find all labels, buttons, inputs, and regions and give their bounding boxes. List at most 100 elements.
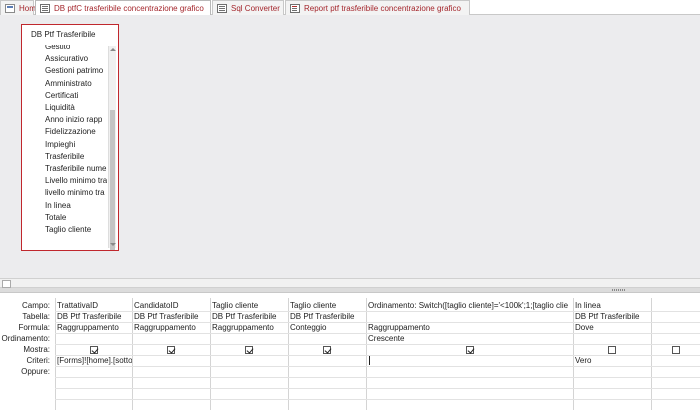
show-checkbox[interactable] — [466, 346, 474, 354]
grid-cell-oppure[interactable] — [288, 367, 366, 377]
report-icon — [290, 3, 300, 13]
pane-horizontal-scrollbar[interactable] — [0, 278, 700, 288]
grid-cell-formula[interactable]: Conteggio — [288, 323, 366, 333]
query-icon — [40, 4, 50, 13]
row-label-campo: Campo: — [21, 301, 50, 310]
grid-cell-ordinamento[interactable] — [651, 334, 700, 344]
tab-label: DB ptfC trasferibile concentrazione graf… — [54, 4, 204, 13]
row-label-ordinamento: Ordinamento: — [1, 334, 50, 343]
row-label-formula: Formula: — [18, 323, 50, 332]
query-design-grid[interactable]: Campo: Tabella: Formula: Ordinamento: Mo… — [0, 292, 700, 410]
show-checkbox[interactable] — [323, 346, 331, 354]
row-label-oppure: Oppure: — [21, 367, 50, 376]
field-list-table[interactable]: DB Ptf Trasferibile Gestito Assicurativo G… — [21, 24, 119, 251]
grid-cell-ordinamento[interactable] — [288, 334, 366, 344]
field-list-item[interactable]: Fidelizzazione — [45, 126, 107, 138]
grid-cell-oppure[interactable] — [210, 367, 288, 377]
show-checkbox[interactable] — [608, 346, 616, 354]
grid-cell-campo[interactable]: Taglio cliente — [210, 301, 288, 311]
grid-cell-criteri[interactable] — [132, 356, 210, 366]
field-list-item[interactable]: Taglio cliente — [45, 224, 107, 236]
grid-cell-formula[interactable]: Raggruppamento — [366, 323, 573, 333]
row-divider — [55, 377, 700, 378]
tab-query-design[interactable]: DB ptfC trasferibile concentrazione graf… — [35, 0, 211, 16]
grid-cell-oppure[interactable] — [651, 367, 700, 377]
field-list-item[interactable]: Gestito — [45, 45, 107, 53]
grid-cell-formula[interactable]: Raggruppamento — [55, 323, 132, 333]
field-list-item[interactable]: In linea — [45, 200, 107, 212]
show-checkbox[interactable] — [90, 346, 98, 354]
field-list-item[interactable]: Anno inizio rapp — [45, 114, 107, 126]
query-table-pane[interactable]: DB Ptf Trasferibile Gestito Assicurativo G… — [0, 15, 700, 278]
row-label-criteri: Criteri: — [26, 356, 50, 365]
scroll-down-icon[interactable] — [110, 243, 116, 246]
grid-cell-tabella[interactable]: DB Ptf Trasferibile — [55, 312, 132, 322]
field-list-item[interactable]: Trasferibile nume — [45, 163, 107, 175]
grid-cell-tabella[interactable]: DB Ptf Trasferibile — [288, 312, 366, 322]
row-divider — [55, 344, 700, 345]
scroll-thumb[interactable] — [110, 110, 115, 250]
grid-cell-ordinamento[interactable] — [55, 334, 132, 344]
home-icon — [5, 3, 15, 13]
tab-home[interactable]: Home — [0, 0, 40, 15]
tab-sql-converter[interactable]: Sql Converter — [212, 0, 284, 15]
field-list-item[interactable]: Totale — [45, 212, 107, 224]
document-tab-bar: Home DB ptfC trasferibile concentrazione… — [0, 0, 700, 16]
grid-cell-tabella[interactable]: DB Ptf Trasferibile — [132, 312, 210, 322]
field-list-item[interactable]: Trasferibile — [45, 151, 107, 163]
grid-cell-oppure[interactable] — [366, 367, 573, 377]
grid-cell-oppure[interactable] — [132, 367, 210, 377]
splitter-grip-icon[interactable] — [612, 289, 626, 291]
grid-cell-oppure[interactable] — [55, 367, 132, 377]
tab-label: Report ptf trasferibile concentrazione g… — [304, 3, 461, 13]
grid-cell-ordinamento[interactable] — [573, 334, 651, 344]
grid-cell-tabella[interactable]: DB Ptf Trasferibile — [573, 312, 651, 322]
field-list-item[interactable]: Gestioni patrimo — [45, 65, 107, 77]
grid-cell-formula[interactable]: Raggruppamento — [210, 323, 288, 333]
field-list-item[interactable]: Amministrato — [45, 78, 107, 90]
grid-cell-tabella[interactable] — [651, 312, 700, 322]
grid-cell-criteri[interactable] — [651, 356, 700, 366]
grid-cell-formula[interactable]: Raggruppamento — [132, 323, 210, 333]
grid-cell-campo[interactable]: CandidatoID — [132, 301, 210, 311]
row-label-mostra: Mostra: — [23, 345, 50, 354]
tab-label: Sql Converter — [231, 3, 280, 13]
field-list-item[interactable]: Certificati — [45, 90, 107, 102]
grid-cell-tabella[interactable]: DB Ptf Trasferibile — [210, 312, 288, 322]
grid-cell-oppure[interactable] — [573, 367, 651, 377]
row-divider — [55, 399, 700, 400]
show-checkbox[interactable] — [167, 346, 175, 354]
select-all-box[interactable] — [2, 280, 11, 288]
query-icon — [217, 3, 227, 13]
field-list-item[interactable]: Liquidità — [45, 102, 107, 114]
show-checkbox[interactable] — [245, 346, 253, 354]
grid-cell-criteri[interactable]: Vero — [573, 356, 651, 366]
grid-cell-formula[interactable] — [651, 323, 700, 333]
field-list[interactable]: Gestito Assicurativo Gestioni patrimo Ammin… — [22, 45, 118, 248]
field-list-item[interactable]: Impieghi — [45, 139, 107, 151]
row-label-tabella: Tabella: — [22, 312, 50, 321]
show-checkbox[interactable] — [672, 346, 680, 354]
field-list-item[interactable]: livello minimo tra — [45, 187, 107, 199]
grid-cell-campo[interactable] — [651, 301, 700, 311]
scroll-up-icon[interactable] — [110, 48, 116, 51]
grid-cell-campo[interactable]: In linea — [573, 301, 651, 311]
grid-cell-criteri[interactable] — [210, 356, 288, 366]
grid-cell-ordinamento[interactable] — [210, 334, 288, 344]
field-list-scrollbar[interactable] — [108, 46, 116, 250]
field-list-item[interactable]: Assicurativo — [45, 53, 107, 65]
grid-cell-ordinamento[interactable]: Crescente — [366, 334, 573, 344]
grid-cell-campo[interactable]: Taglio cliente — [288, 301, 366, 311]
grid-cell-tabella[interactable] — [366, 312, 573, 322]
grid-cell-ordinamento[interactable] — [132, 334, 210, 344]
grid-cell-criteri[interactable]: [Forms]![home].[sottom — [55, 356, 132, 366]
grid-cell-formula[interactable]: Dove — [573, 323, 651, 333]
grid-cell-criteri[interactable] — [366, 356, 573, 366]
row-divider — [55, 388, 700, 389]
grid-cell-campo[interactable]: TrattativaID — [55, 301, 132, 311]
grid-cell-campo[interactable]: Ordinamento: Switch([taglio cliente]='<1… — [366, 301, 573, 311]
field-list-item[interactable]: Livello minimo tra — [45, 175, 107, 187]
grid-cell-criteri[interactable] — [288, 356, 366, 366]
tab-report[interactable]: Report ptf trasferibile concentrazione g… — [285, 0, 470, 15]
field-list-title: DB Ptf Trasferibile — [31, 29, 96, 39]
